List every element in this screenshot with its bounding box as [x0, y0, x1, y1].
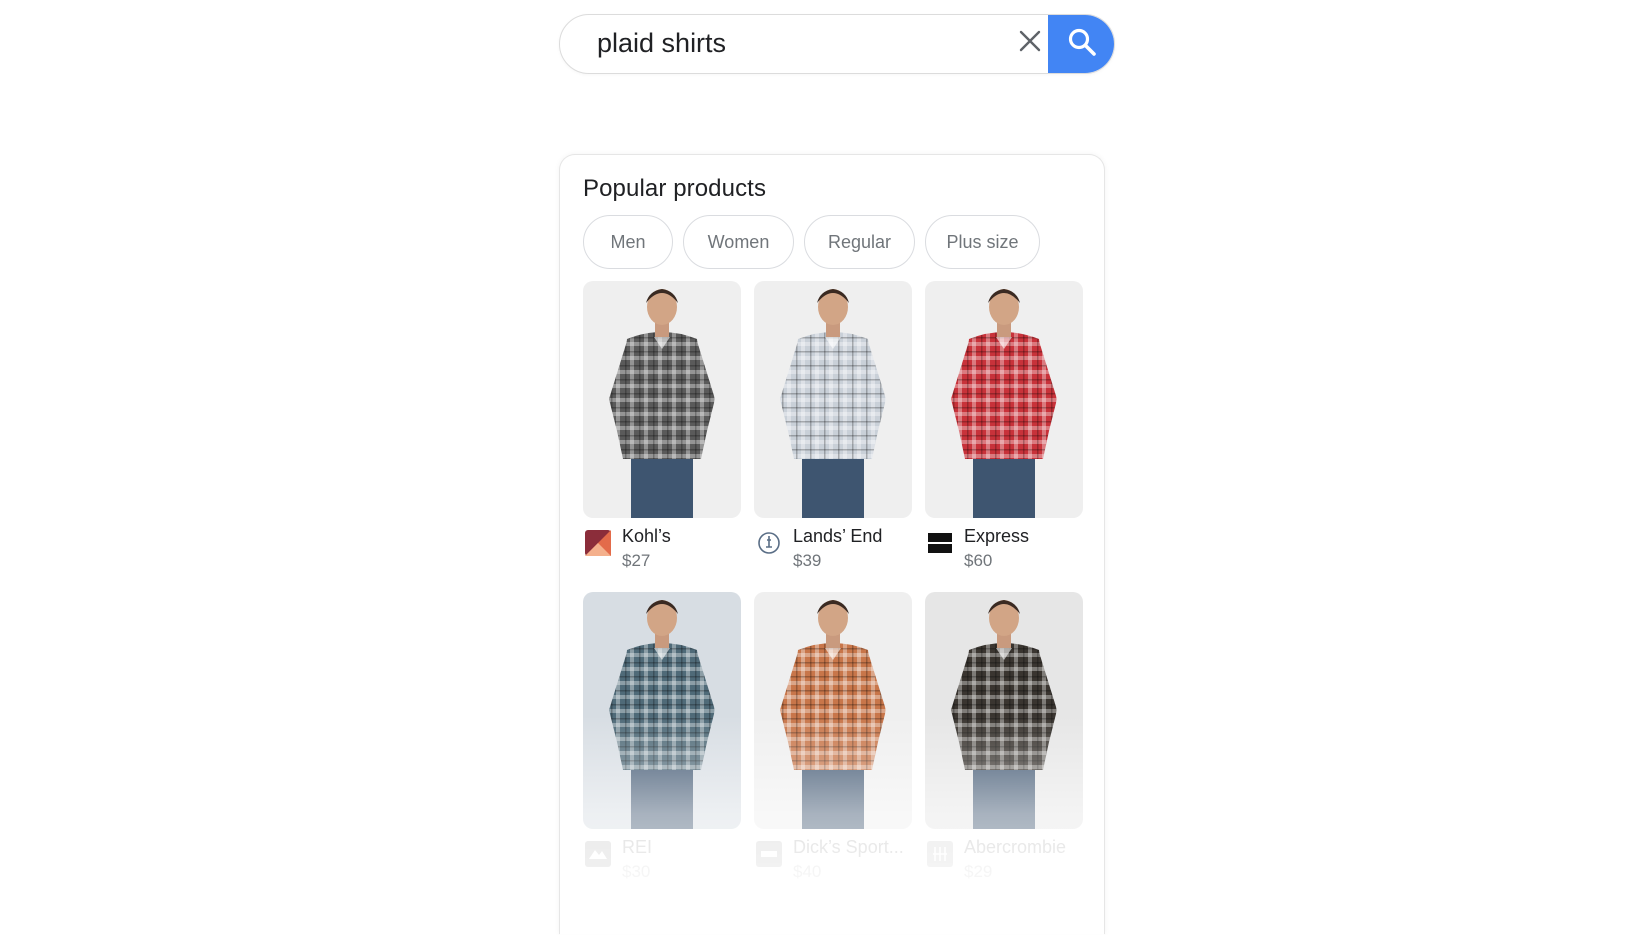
dicks-logo-icon	[756, 841, 782, 867]
product-image	[754, 281, 912, 518]
product-card[interactable]: REI $30	[583, 592, 741, 881]
product-price: $60	[964, 551, 993, 570]
filter-chip-regular[interactable]: Regular	[804, 215, 915, 269]
product-card[interactable]: Dick’s Sport... $40	[754, 592, 912, 881]
product-card[interactable]: Kohl’s $27	[583, 281, 741, 570]
product-price: $40	[793, 862, 822, 881]
filter-chips: Men Women Regular Plus size	[583, 215, 1040, 269]
product-card[interactable]: Abercrombie $29	[925, 592, 1083, 881]
search-input[interactable]	[597, 15, 977, 72]
merchant-name: REI	[622, 837, 653, 857]
model-illustration	[609, 600, 715, 829]
merchant-name: Express	[964, 526, 1030, 546]
product-price: $30	[622, 862, 651, 881]
close-icon	[1019, 30, 1041, 57]
rei-logo-icon	[585, 841, 611, 867]
product-image	[925, 281, 1083, 518]
search-bar	[559, 14, 1115, 74]
product-card[interactable]: Express $60	[925, 281, 1083, 570]
kohls-logo-icon	[585, 530, 611, 556]
abercrombie-logo-icon	[927, 841, 953, 867]
merchant-name: Abercrombie	[964, 837, 1067, 857]
product-price: $27	[622, 551, 651, 570]
product-price: $39	[793, 551, 822, 570]
merchant-name: Dick’s Sport...	[793, 837, 904, 857]
product-image	[583, 592, 741, 829]
section-title: Popular products	[583, 175, 767, 202]
filter-chip-men[interactable]: Men	[583, 215, 673, 269]
model-illustration	[780, 600, 886, 829]
model-illustration	[780, 289, 886, 518]
product-card[interactable]: Lands’ End $39	[754, 281, 912, 570]
express-logo-icon	[927, 530, 953, 556]
lands-end-logo-icon	[756, 530, 782, 556]
product-image	[754, 592, 912, 829]
filter-chip-plus-size[interactable]: Plus size	[925, 215, 1040, 269]
model-illustration	[951, 600, 1057, 829]
merchant-name: Kohl’s	[622, 526, 671, 546]
search-button[interactable]	[1048, 15, 1114, 73]
product-price: $29	[964, 862, 993, 881]
search-icon	[1067, 27, 1097, 62]
model-illustration	[609, 289, 715, 518]
merchant-name: Lands’ End	[793, 526, 883, 546]
product-image	[583, 281, 741, 518]
product-image	[925, 592, 1083, 829]
model-illustration	[951, 289, 1057, 518]
popular-products-card: Popular products Men Women Regular Plus …	[559, 154, 1105, 935]
filter-chip-women[interactable]: Women	[683, 215, 794, 269]
